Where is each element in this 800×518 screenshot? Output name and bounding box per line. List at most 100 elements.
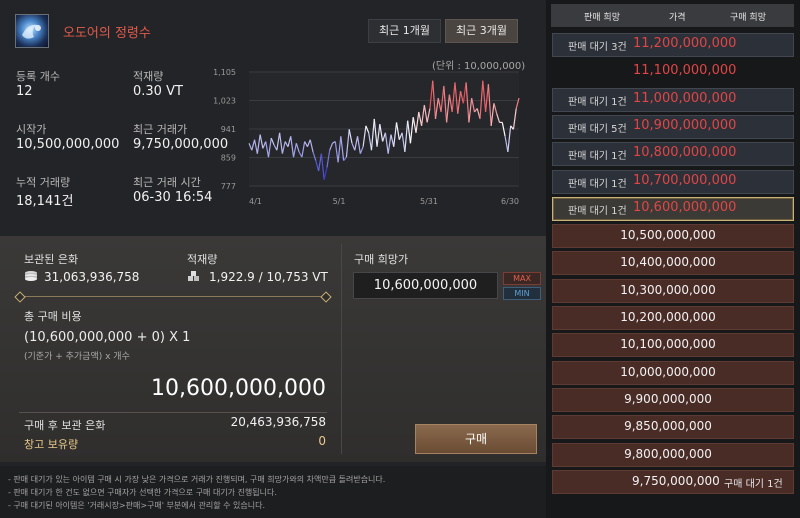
price-chart-svg: 1,105 1,023 941 859 777 4/1 5/1 5/31 6/30 bbox=[213, 68, 520, 206]
header-price: 가격 bbox=[669, 13, 686, 23]
max-price-button[interactable]: MAX bbox=[503, 272, 541, 285]
buy-price: 10,000,000,000 bbox=[620, 364, 716, 379]
sell-wait-count: 판매 대기 1건 bbox=[568, 96, 627, 108]
sell-order-row[interactable]: 판매 대기 1건 10,700,000,000 bbox=[552, 169, 794, 194]
last-trade-label: 최근 거래가 bbox=[133, 123, 188, 136]
sell-price: 11,000,000,000 bbox=[633, 90, 737, 106]
sell-price: 10,700,000,000 bbox=[633, 172, 737, 188]
sell-wait-count: 판매 대기 1건 bbox=[568, 205, 627, 217]
buy-order-row[interactable]: 10,000,000,000 bbox=[552, 360, 794, 385]
sell-wait-count: 판매 대기 1건 bbox=[568, 178, 627, 190]
header-sell-wish: 판매 희망 bbox=[584, 13, 620, 23]
buy-order-row[interactable]: 10,100,000,000 bbox=[552, 333, 794, 358]
panel-divider bbox=[341, 244, 342, 454]
buy-order-row[interactable]: 10,300,000,000 bbox=[552, 278, 794, 303]
reg-count-value: 12 bbox=[16, 84, 33, 99]
buy-price: 10,200,000,000 bbox=[620, 310, 716, 324]
buy-price: 9,800,000,000 bbox=[624, 446, 712, 461]
total-cost-label: 총 구매 비용 bbox=[24, 310, 82, 323]
desired-price-input[interactable] bbox=[353, 272, 498, 299]
note-2: - 판매 대기가 한 건도 없으면 구매자가 선택한 가격으로 구매 대기가 진… bbox=[8, 488, 277, 497]
after-purchase-value: 20,463,936,758 bbox=[230, 415, 326, 429]
after-purchase-label: 구매 후 보관 은화 bbox=[24, 419, 106, 432]
buy-order-row[interactable]: 9,850,000,000 bbox=[552, 415, 794, 440]
storage-value: 31,063,936,758 bbox=[44, 270, 140, 284]
sell-order-row[interactable]: 11,100,000,000 bbox=[552, 60, 794, 84]
buy-price: 10,100,000,000 bbox=[620, 337, 716, 352]
total-volume-label: 누적 거래량 bbox=[16, 176, 71, 189]
y-tick-label: 941 bbox=[221, 125, 236, 134]
sell-wait-count: 판매 대기 5건 bbox=[568, 123, 627, 135]
last-time-label: 최근 거래 시간 bbox=[133, 176, 201, 189]
item-name: 오도어의 정령수 bbox=[63, 26, 151, 41]
note-1: - 판매 대기가 있는 아이템 구매 시 가장 낮은 가격으로 거래가 진행되며… bbox=[8, 475, 386, 484]
x-tick-label: 5/1 bbox=[333, 197, 346, 206]
buy-price: 9,900,000,000 bbox=[624, 391, 712, 406]
reg-count-label: 등록 개수 bbox=[16, 70, 60, 83]
min-price-button[interactable]: MIN bbox=[503, 287, 541, 300]
desired-price-label: 구매 희망가 bbox=[354, 253, 409, 266]
after-divider bbox=[19, 412, 327, 413]
spirit-orb-icon bbox=[15, 14, 49, 48]
buy-price: 10,300,000,000 bbox=[620, 282, 716, 297]
crates-icon bbox=[188, 271, 199, 281]
stock-label: 적재량 bbox=[133, 70, 164, 83]
y-tick-label: 1,105 bbox=[213, 68, 236, 77]
y-tick-label: 859 bbox=[221, 154, 236, 163]
buy-price: 10,400,000,000 bbox=[620, 255, 716, 270]
buy-order-row[interactable]: 9,750,000,000 구매 대기 1건 bbox=[552, 469, 794, 494]
sell-price: 10,600,000,000 bbox=[633, 199, 737, 215]
storage-label: 보관된 은화 bbox=[24, 253, 79, 266]
sell-order-row[interactable]: 판매 대기 1건 11,000,000,000 bbox=[552, 87, 794, 112]
last-time-value: 06-30 16:54 bbox=[133, 190, 213, 205]
gold-divider bbox=[19, 296, 327, 297]
buy-price: 9,850,000,000 bbox=[624, 419, 712, 434]
y-tick-label: 777 bbox=[221, 182, 236, 191]
formula-note: (기준가 + 추가금액) x 개수 bbox=[24, 352, 130, 362]
y-tick-label: 1,023 bbox=[213, 97, 236, 106]
capacity-label: 적재량 bbox=[187, 253, 218, 266]
sell-wait-count: 판매 대기 3건 bbox=[568, 42, 627, 53]
buy-order-row[interactable]: 10,400,000,000 bbox=[552, 251, 794, 276]
price-chart: 1,105 1,023 941 859 777 4/1 5/1 5/31 6/30 bbox=[205, 66, 525, 216]
buy-order-row[interactable]: 9,900,000,000 bbox=[552, 387, 794, 412]
period-3-month-button[interactable]: 최근 3개월 bbox=[445, 19, 518, 43]
left-panel: 오도어의 정령수 최근 1개월 최근 3개월 등록 개수 12 적재량 0.30… bbox=[0, 0, 546, 518]
total-volume-value: 18,141건 bbox=[16, 194, 74, 209]
x-tick-label: 6/30 bbox=[501, 197, 519, 206]
start-price-label: 시작가 bbox=[16, 123, 47, 136]
sell-price: 10,900,000,000 bbox=[633, 117, 737, 133]
buy-wait-count: 구매 대기 1건 bbox=[724, 478, 783, 490]
buy-price: 9,750,000,000 bbox=[632, 473, 720, 488]
start-price-value: 10,500,000,000 bbox=[16, 137, 120, 152]
notes-section: - 판매 대기가 있는 아이템 구매 시 가장 낮은 가격으로 거래가 진행되며… bbox=[0, 466, 546, 518]
buy-order-row[interactable]: 10,200,000,000 bbox=[552, 306, 794, 330]
capacity-value: 1,922.9 / 10,753 VT bbox=[209, 270, 328, 284]
item-info-panel: 오도어의 정령수 최근 1개월 최근 3개월 등록 개수 12 적재량 0.30… bbox=[0, 0, 546, 236]
x-tick-label: 4/1 bbox=[249, 197, 262, 206]
order-book-header: 판매 희망 가격 구매 희망 bbox=[551, 4, 794, 27]
sell-price: 11,100,000,000 bbox=[633, 63, 737, 79]
sell-order-row[interactable]: 판매 대기 1건 10,600,000,000 bbox=[552, 196, 794, 221]
buy-button[interactable]: 구매 bbox=[415, 424, 537, 454]
warehouse-value: 0 bbox=[318, 434, 326, 448]
period-1-month-button[interactable]: 최근 1개월 bbox=[368, 19, 441, 43]
sell-wait-count: 판매 대기 1건 bbox=[568, 151, 627, 163]
note-3: - 구매 대기된 아이템은 '거래시장>판매>구매' 부분에서 관리할 수 있습… bbox=[8, 501, 266, 510]
buy-price: 10,500,000,000 bbox=[620, 228, 716, 243]
sell-price: 11,200,000,000 bbox=[633, 36, 737, 51]
buy-order-row[interactable]: 10,500,000,000 bbox=[552, 224, 794, 249]
total-amount: 10,600,000,000 bbox=[151, 376, 326, 401]
cost-formula: (10,600,000,000 + 0) X 1 bbox=[24, 330, 191, 345]
x-tick-label: 5/31 bbox=[420, 197, 438, 206]
sell-order-row[interactable]: 판매 대기 1건 10,800,000,000 bbox=[552, 142, 794, 167]
sell-order-row[interactable]: 판매 대기 5건 10,900,000,000 bbox=[552, 114, 794, 139]
buy-order-row[interactable]: 9,800,000,000 bbox=[552, 442, 794, 467]
header-buy-wish: 구매 희망 bbox=[730, 13, 766, 23]
warehouse-label: 창고 보유량 bbox=[24, 438, 79, 451]
silver-coins-icon bbox=[25, 271, 37, 281]
order-book: 판매 희망 가격 구매 희망 판매 대기 3건 11,200,000,000 11,… bbox=[546, 0, 800, 518]
sell-order-row[interactable]: 판매 대기 3건 11,200,000,000 bbox=[552, 33, 794, 57]
sell-price: 10,800,000,000 bbox=[633, 145, 737, 161]
stock-value: 0.30 VT bbox=[133, 84, 183, 99]
